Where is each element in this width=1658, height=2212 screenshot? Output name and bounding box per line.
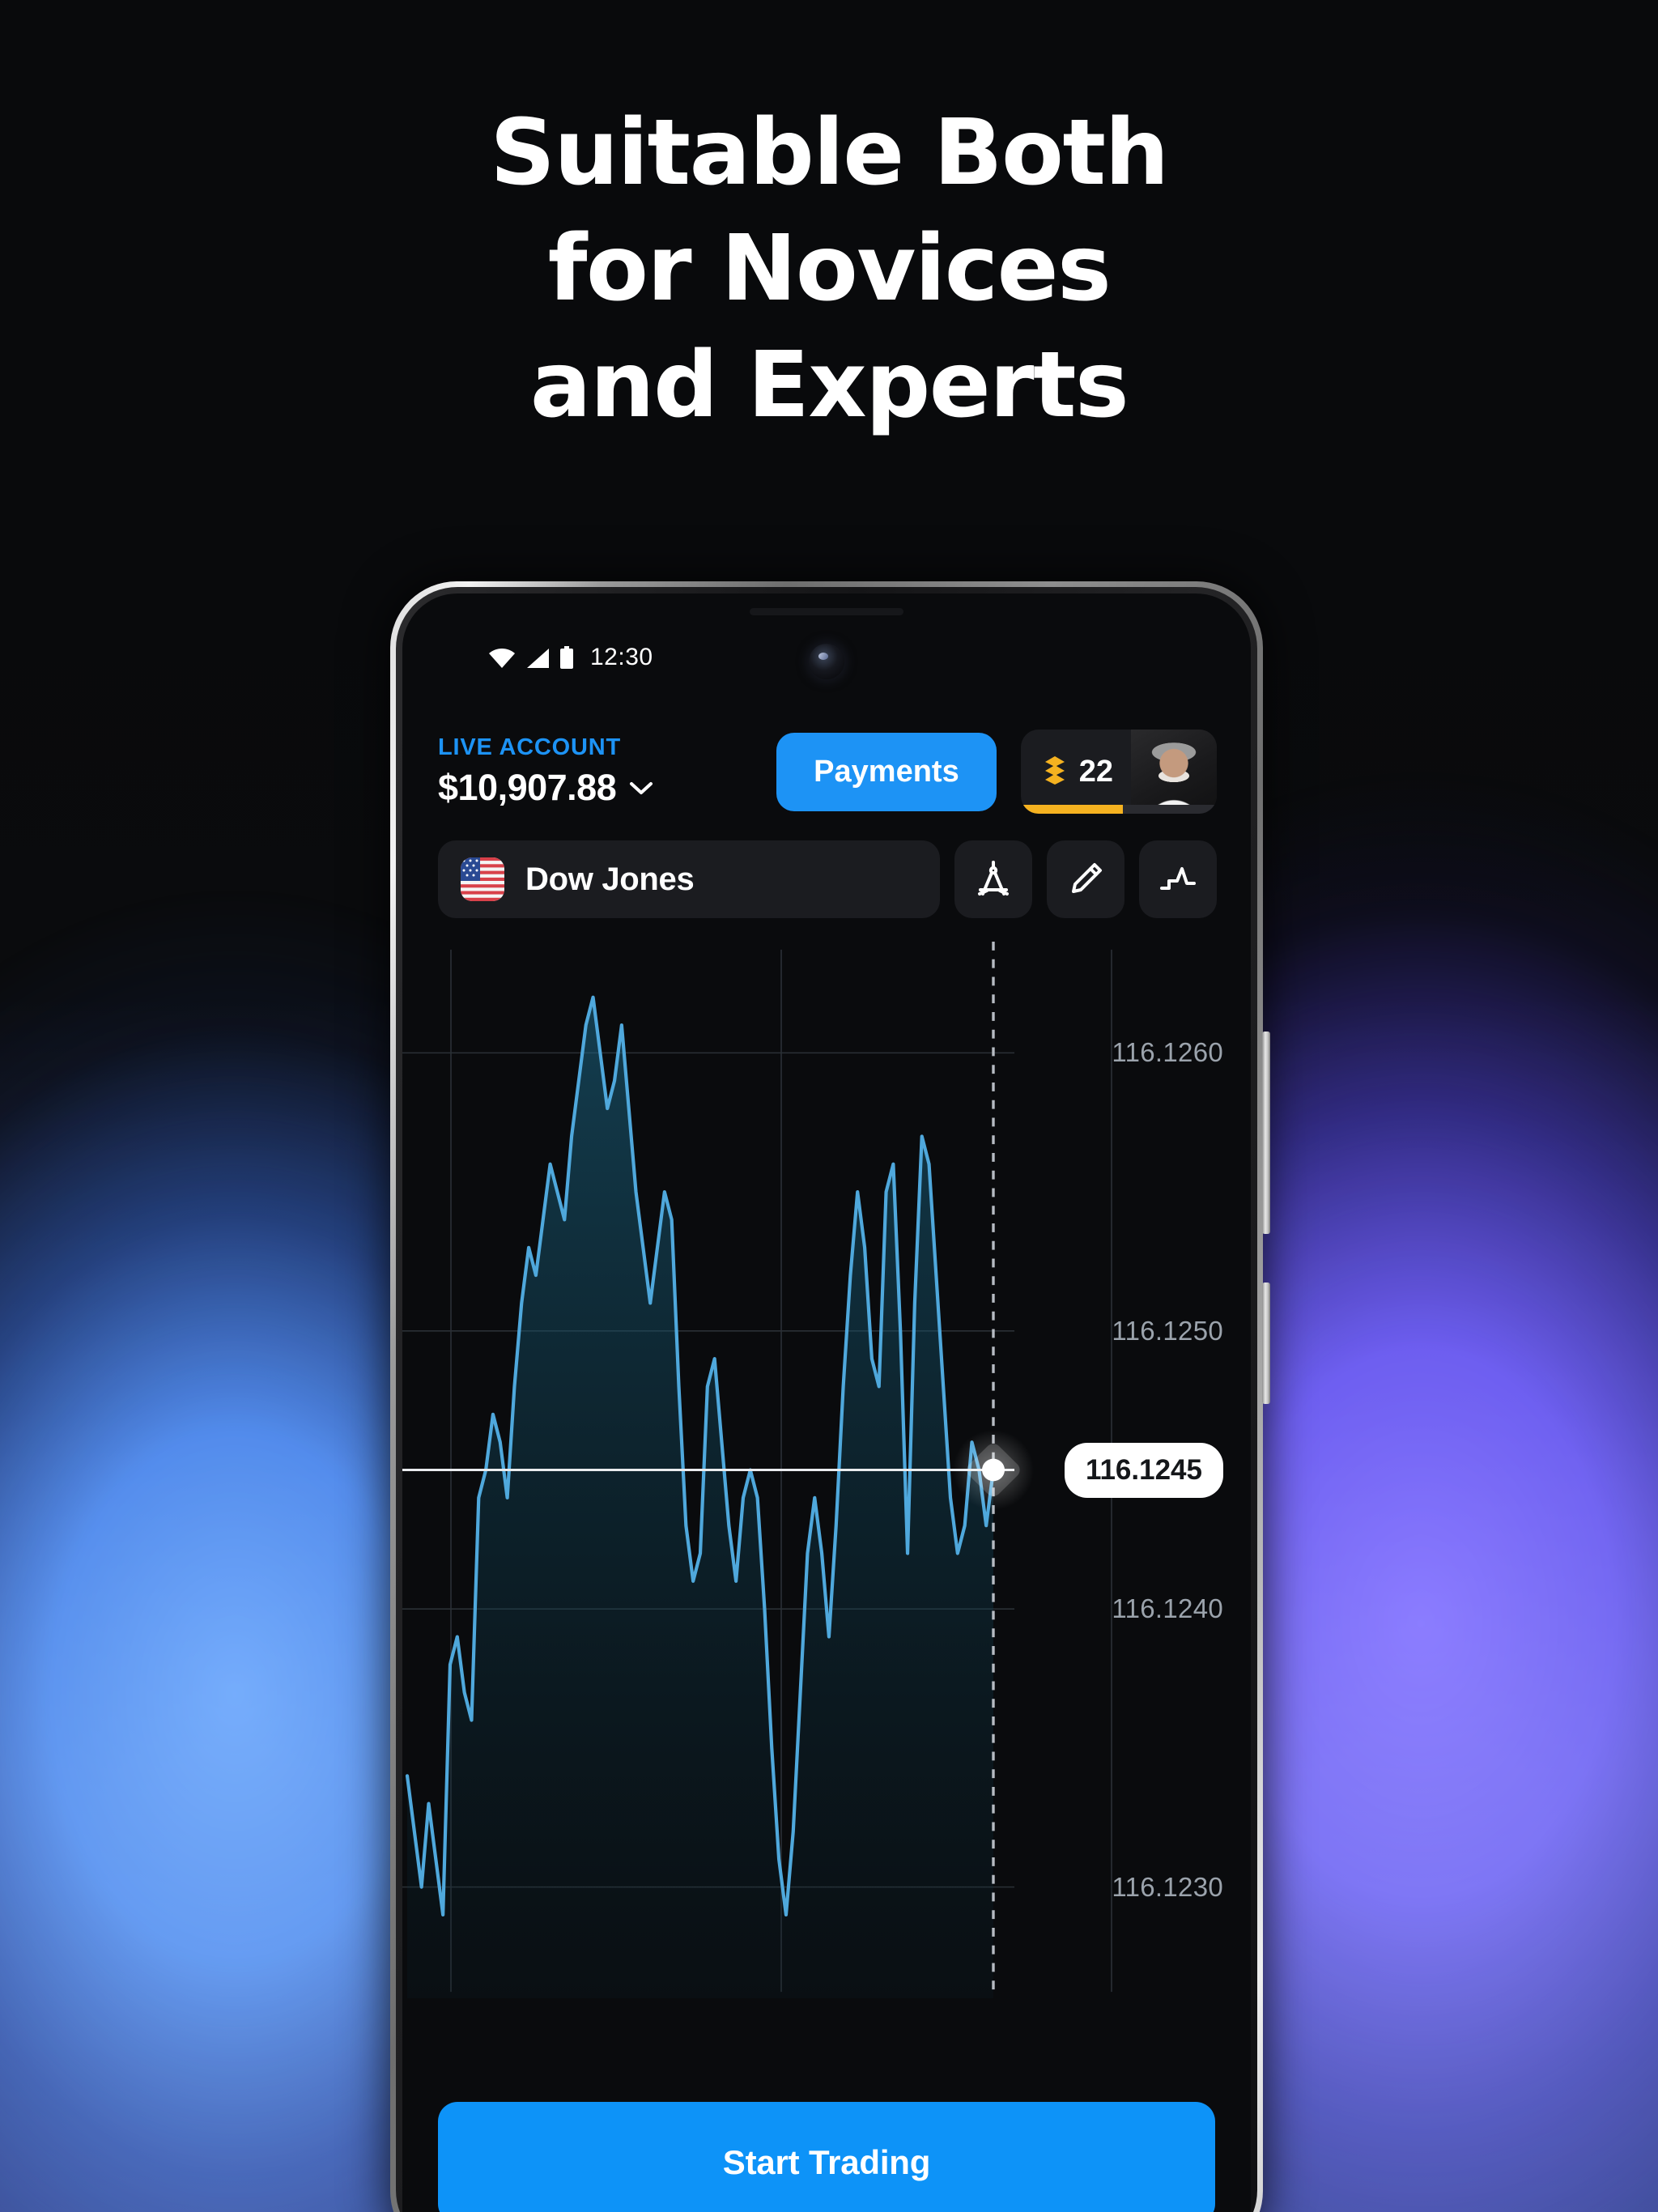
- rank-chevrons-icon: [1044, 756, 1065, 785]
- pencil-icon: [1072, 863, 1102, 893]
- earpiece-speaker: [750, 608, 903, 615]
- status-time: 12:30: [590, 644, 653, 670]
- compass-divider-tool-button[interactable]: [954, 840, 1032, 918]
- phone-screen: 12:30 LIVE ACCOUNT $10,907.88 Payments 2…: [402, 593, 1251, 2212]
- account-type-label: LIVE ACCOUNT: [438, 734, 622, 760]
- account-summary[interactable]: LIVE ACCOUNT $10,907.88: [438, 734, 776, 809]
- us-flag-icon: [461, 857, 504, 901]
- phone-volume-button[interactable]: [1262, 1032, 1270, 1234]
- account-header: LIVE ACCOUNT $10,907.88 Payments 22: [402, 730, 1251, 814]
- indicator-line-icon: [1160, 867, 1196, 890]
- phone-mockup: 12:30 LIVE ACCOUNT $10,907.88 Payments 2…: [390, 581, 1270, 2212]
- status-icons: [488, 646, 574, 669]
- chevron-down-icon[interactable]: [629, 781, 653, 795]
- rank-number: 22: [1078, 754, 1113, 789]
- rank-progress-bar: [1020, 805, 1217, 814]
- price-axis-label: 116.1260: [1112, 1037, 1223, 1068]
- payments-button[interactable]: Payments: [776, 732, 997, 811]
- promo-screenshot: Suitable Both for Novices and Experts 12…: [0, 0, 1658, 2212]
- rank-area: 22: [1021, 755, 1131, 789]
- indicator-tool-button[interactable]: [1139, 840, 1217, 918]
- instrument-selector[interactable]: Dow Jones: [438, 840, 940, 918]
- instrument-name: Dow Jones: [525, 861, 695, 897]
- account-balance: $10,907.88: [438, 767, 617, 808]
- wifi-icon: [489, 649, 515, 668]
- profile-rank-chip[interactable]: 22: [1020, 730, 1217, 814]
- cellular-signal-icon: [527, 649, 549, 668]
- instrument-row: Dow Jones: [438, 840, 1217, 918]
- page-title: Suitable Both for Novices and Experts: [0, 96, 1658, 444]
- account-balance-row[interactable]: $10,907.88: [438, 767, 776, 809]
- pencil-tool-button[interactable]: [1047, 840, 1124, 918]
- price-axis-label: 116.1250: [1112, 1315, 1223, 1346]
- headline-line-2: for Novices: [547, 216, 1112, 322]
- headline-line-3: and Experts: [529, 332, 1129, 438]
- avatar[interactable]: [1131, 730, 1217, 814]
- price-chart[interactable]: 116.1260 116.1250 116.1240 116.1230 116.124…: [402, 942, 1251, 1998]
- current-price-tag: 116.1245: [1064, 1442, 1223, 1498]
- headline-line-1: Suitable Both: [490, 100, 1169, 206]
- battery-icon: [560, 646, 573, 669]
- status-bar: 12:30: [402, 644, 1251, 671]
- compass-divider-icon: [978, 861, 1009, 895]
- start-trading-button[interactable]: Start Trading: [438, 2102, 1215, 2212]
- price-axis-label: 116.1240: [1112, 1593, 1223, 1624]
- price-axis-label: 116.1230: [1112, 1871, 1223, 1902]
- phone-power-button[interactable]: [1262, 1283, 1270, 1404]
